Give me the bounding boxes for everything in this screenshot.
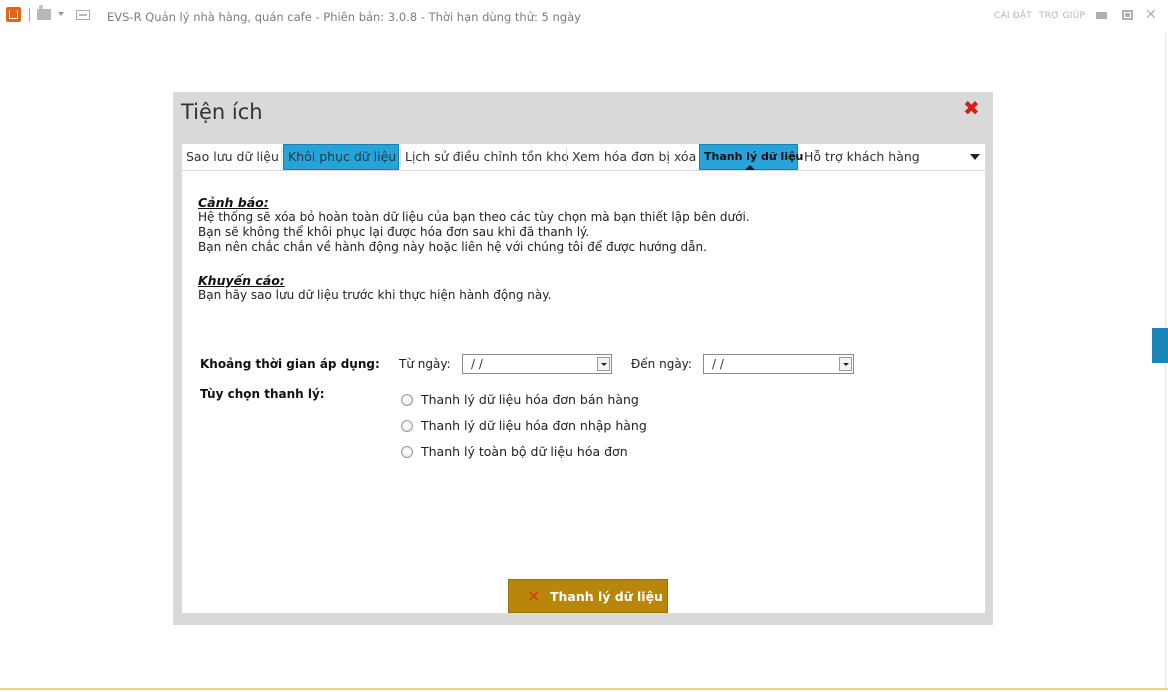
to-date-value: / / — [712, 357, 724, 371]
radio-button[interactable] — [401, 446, 413, 458]
calendar-dropdown-icon[interactable] — [839, 357, 852, 371]
calendar-dropdown-icon[interactable] — [597, 357, 610, 371]
radio-label[interactable]: Thanh lý dữ liệu hóa đơn bán hàng — [421, 392, 639, 407]
warning-line: Hệ thống sẽ xóa bỏ hoàn toàn dữ liệu của… — [198, 210, 750, 224]
tab-inventory-history[interactable]: Lịch sử điều chỉnh tồn kho — [401, 144, 569, 170]
period-label: Khoảng thời gian áp dụng: — [200, 357, 380, 371]
minimize-button[interactable] — [1096, 12, 1107, 19]
radio-button[interactable] — [401, 420, 413, 432]
to-date-picker[interactable]: / / — [703, 354, 854, 374]
settings-link[interactable]: CÀI ĐẶT — [994, 11, 1032, 21]
tab-restore[interactable]: Khôi phục dữ liệu — [283, 144, 399, 170]
tab-customer-support[interactable]: Hỗ trợ khách hàng — [800, 144, 950, 170]
title-bar: EVS-R Quản lý nhà hàng, quán cafe - Phiê… — [0, 0, 1168, 34]
radio-label[interactable]: Thanh lý toàn bộ dữ liệu hóa đơn — [421, 444, 628, 459]
store-icon[interactable] — [37, 5, 51, 20]
radio-label[interactable]: Thanh lý dữ liệu hóa đơn nhập hàng — [421, 418, 647, 433]
bottom-border — [0, 688, 1168, 690]
home-icon[interactable] — [6, 7, 21, 22]
options-label: Tùy chọn thanh lý: — [200, 387, 325, 401]
tab-bar: Sao lưu dữ liệu Khôi phục dữ liệu Lịch s… — [182, 144, 985, 170]
liquidate-button-label: Thanh lý dữ liệu — [550, 589, 663, 604]
tab-deleted-invoices[interactable]: Xem hóa đơn bị xóa — [568, 144, 698, 170]
keyboard-icon[interactable] — [76, 10, 90, 20]
help-link[interactable]: TRỢ GIÚP — [1039, 11, 1085, 21]
warning-line: Bạn nên chắc chắn về hành động này hoặc … — [198, 240, 707, 254]
liquidation-panel: Cảnh báo: Hệ thống sẽ xóa bỏ hoàn toàn d… — [182, 171, 985, 613]
dialog-title: Tiện ích — [181, 100, 263, 124]
radio-button[interactable] — [401, 394, 413, 406]
window-title: EVS-R Quản lý nhà hàng, quán cafe - Phiê… — [107, 10, 581, 24]
tab-separator — [281, 147, 282, 167]
close-window-button[interactable]: ✕ — [1145, 7, 1157, 23]
warning-line: Bạn sẽ không thể khôi phục lại được hóa … — [198, 225, 590, 239]
tab-data-liquidation[interactable]: Thanh lý dữ liệu — [699, 144, 803, 170]
utilities-dialog: Tiện ích ✖ Sao lưu dữ liệu Khôi phục dữ … — [173, 92, 993, 625]
from-date-value: / / — [471, 357, 483, 371]
dialog-close-button[interactable]: ✖ — [963, 98, 980, 118]
tab-separator — [566, 147, 567, 167]
maximize-button[interactable] — [1122, 10, 1133, 20]
close-x-icon: ✕ — [527, 587, 541, 606]
chevron-down-icon[interactable] — [58, 12, 64, 16]
tabs-overflow-dropdown[interactable] — [970, 154, 980, 160]
to-date-label: Đến ngày: — [631, 357, 692, 371]
from-date-picker[interactable]: / / — [462, 354, 612, 374]
warning-title: Cảnh báo: — [198, 195, 269, 210]
liquidate-data-button[interactable]: ✕ Thanh lý dữ liệu — [508, 579, 668, 613]
toolbar-separator — [29, 8, 30, 22]
from-date-label: Từ ngày: — [399, 357, 451, 371]
advice-title: Khuyến cáo: — [198, 273, 285, 288]
tab-backup[interactable]: Sao lưu dữ liệu — [182, 144, 280, 170]
advice-line: Bạn hãy sao lưu dữ liệu trước khi thực h… — [198, 288, 552, 302]
side-panel-tab[interactable] — [1152, 328, 1168, 363]
